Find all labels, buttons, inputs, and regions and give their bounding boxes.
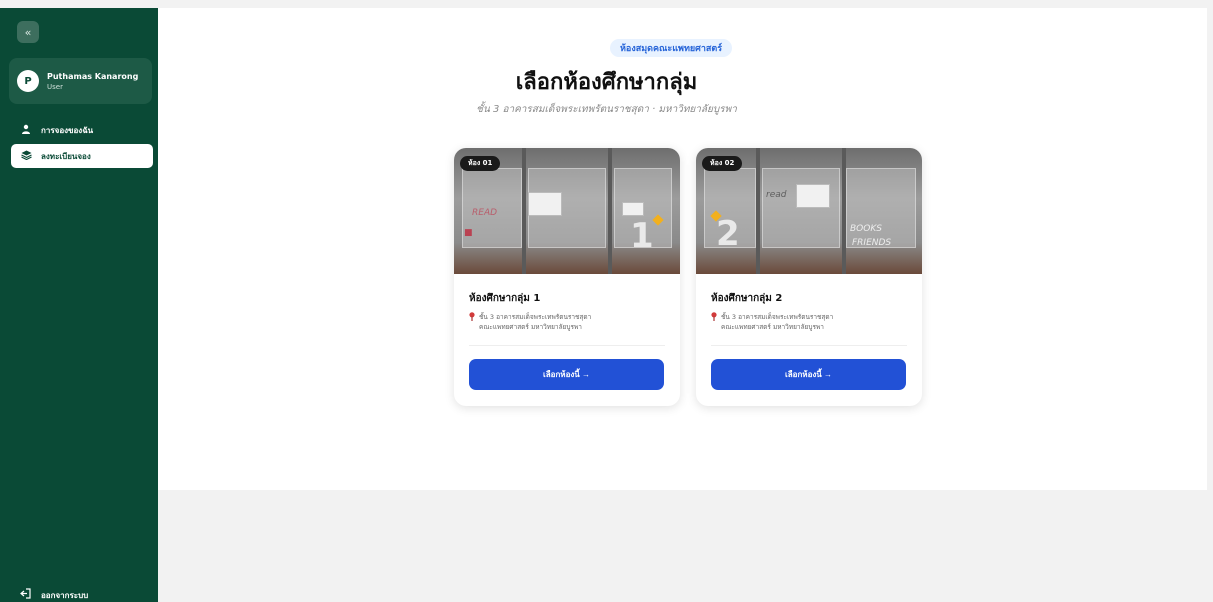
sidebar-item-register[interactable]: ลงทะเบียนจอง [11, 144, 153, 168]
library-badge: ห้องสมุดคณะแพทยศาสตร์ [610, 39, 733, 57]
room-name: ห้องศึกษากลุ่ม 1 [469, 293, 541, 304]
page-title: เลือกห้องศึกษากลุ่ม [515, 70, 698, 95]
pin-icon [711, 312, 717, 332]
logout-label: ออกจากระบบ [41, 590, 89, 600]
location-line: คณะแพทยศาสตร์ มหาวิทยาลัยบูรพา [721, 323, 824, 331]
room-card: READ ■ 1 ห้อง 01 ห้องศึกษากลุ่ม 1 ชั้น 3… [454, 148, 680, 406]
room-photo: 2 read BOOKS FRIENDS ห้อง 02 [696, 148, 922, 274]
room-location: ชั้น 3 อาคารสมเด็จพระเทพรัตนราชสุดา คณะแ… [711, 312, 907, 332]
divider [469, 345, 665, 346]
pin-icon [469, 312, 475, 332]
location-line: ชั้น 3 อาคารสมเด็จพระเทพรัตนราชสุดา [721, 313, 834, 321]
sidebar-item-my-bookings[interactable]: การจองของฉัน [11, 118, 153, 142]
location-line: ชั้น 3 อาคารสมเด็จพระเทพรัตนราชสุดา [479, 313, 592, 321]
sidebar-item-label: การจองของฉัน [41, 125, 94, 135]
room-location: ชั้น 3 อาคารสมเด็จพระเทพรัตนราชสุดา คณะแ… [469, 312, 665, 332]
location-line: คณะแพทยศาสตร์ มหาวิทยาลัยบูรพา [479, 323, 582, 331]
divider [711, 345, 907, 346]
user-icon [20, 124, 32, 137]
collapse-sidebar-icon[interactable]: « [17, 21, 39, 43]
room-photo: READ ■ 1 ห้อง 01 [454, 148, 680, 274]
layers-icon [20, 150, 32, 163]
room-tag: ห้อง 02 [702, 156, 743, 171]
room-tag: ห้อง 01 [460, 156, 501, 171]
logout-icon [20, 588, 32, 602]
sidebar-item-label: ลงทะเบียนจอง [41, 151, 91, 161]
select-room-button[interactable]: เลือกห้องนี้ → [711, 359, 906, 390]
room-name: ห้องศึกษากลุ่ม 2 [711, 293, 783, 304]
logout-button[interactable]: ออกจากระบบ [11, 588, 88, 602]
room-card: 2 read BOOKS FRIENDS ห้อง 02 ห้องศึกษากล… [696, 148, 922, 406]
select-room-button[interactable]: เลือกห้องนี้ → [469, 359, 664, 390]
page-subtitle: ชั้น 3 อาคารสมเด็จพระเทพรัตนราชสุดา · มห… [476, 104, 737, 115]
